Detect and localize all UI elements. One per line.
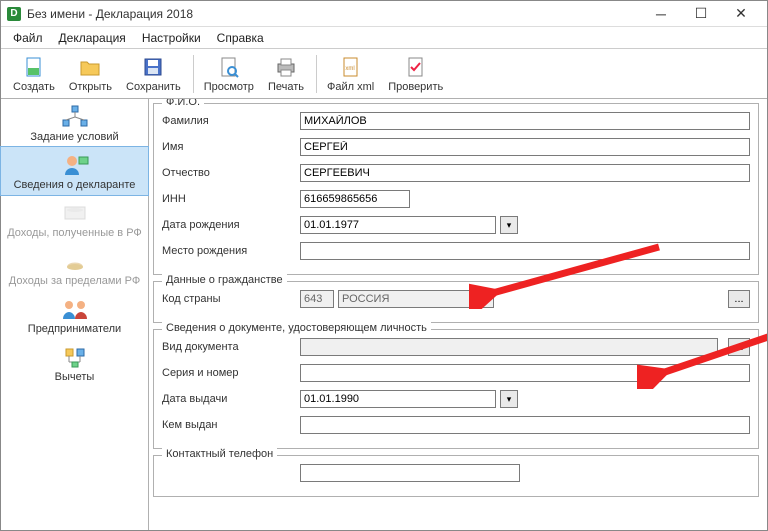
sidebar-label: Сведения о декларанте <box>14 179 136 191</box>
groupbox-fio: Ф.И.О. Фамилия Имя Отчество ИНН Дата рож… <box>153 103 759 275</box>
sidebar-label: Доходы за пределами РФ <box>9 275 140 287</box>
toolbar-preview[interactable]: Просмотр <box>198 52 260 96</box>
open-folder-icon <box>78 55 102 79</box>
toolbar-save-label: Сохранить <box>126 81 181 93</box>
pob-label: Место рождения <box>162 245 300 257</box>
sidebar-label: Вычеты <box>55 371 95 383</box>
sidebar-item-entrepreneurs[interactable]: Предприниматели <box>1 291 148 339</box>
minimize-button[interactable]: ─ <box>641 1 681 27</box>
surname-label: Фамилия <box>162 115 300 127</box>
menubar: Файл Декларация Настройки Справка <box>1 27 767 49</box>
surname-input[interactable] <box>300 112 750 130</box>
toolbar-save[interactable]: Сохранить <box>120 52 187 96</box>
toolbar: Создать Открыть Сохранить Просмотр Печат… <box>1 49 767 99</box>
maximize-button[interactable]: ☐ <box>681 1 721 27</box>
patronymic-label: Отчество <box>162 167 300 179</box>
name-label: Имя <box>162 141 300 153</box>
toolbar-preview-label: Просмотр <box>204 81 254 93</box>
xml-file-icon: xml <box>339 55 363 79</box>
inn-label: ИНН <box>162 193 300 205</box>
income-rf-icon <box>59 201 91 225</box>
issued-by-input[interactable] <box>300 416 750 434</box>
sidebar-label: Задание условий <box>30 131 118 143</box>
declarant-icon <box>59 153 91 177</box>
toolbar-print[interactable]: Печать <box>262 52 310 96</box>
inn-input[interactable] <box>300 190 410 208</box>
toolbar-create[interactable]: Создать <box>7 52 61 96</box>
dob-label: Дата рождения <box>162 219 300 231</box>
doc-type-input[interactable] <box>300 338 718 356</box>
content-area: Ф.И.О. Фамилия Имя Отчество ИНН Дата рож… <box>149 99 767 530</box>
name-input[interactable] <box>300 138 750 156</box>
country-name-input <box>338 290 494 308</box>
deductions-icon <box>59 345 91 369</box>
toolbar-xml-label: Файл xml <box>327 81 374 93</box>
sidebar-item-income-foreign[interactable]: Доходы за пределами РФ <box>1 243 148 291</box>
preview-icon <box>217 55 241 79</box>
income-foreign-icon <box>59 249 91 273</box>
issue-date-dropdown-button[interactable]: ▾ <box>500 390 518 408</box>
groupbox-id-doc: Сведения о документе, удостоверяющем лич… <box>153 329 759 449</box>
window-title: Без имени - Декларация 2018 <box>27 7 193 21</box>
toolbar-open[interactable]: Открыть <box>63 52 118 96</box>
country-code-label: Код страны <box>162 293 300 305</box>
toolbar-create-label: Создать <box>13 81 55 93</box>
country-code-input <box>300 290 334 308</box>
sidebar-item-declarant[interactable]: Сведения о декларанте <box>0 146 149 196</box>
close-button[interactable]: ✕ <box>721 1 761 27</box>
check-icon <box>404 55 428 79</box>
main-area: Задание условий Сведения о декларанте До… <box>1 99 767 530</box>
groupbox-legend: Ф.И.О. <box>162 99 204 108</box>
sidebar-label: Предприниматели <box>28 323 121 335</box>
doc-type-label: Вид документа <box>162 341 300 353</box>
groupbox-legend: Данные о гражданстве <box>162 274 287 286</box>
print-icon <box>274 55 298 79</box>
sidebar-item-deductions[interactable]: Вычеты <box>1 339 148 387</box>
sidebar-item-income-rf[interactable]: Доходы, полученные в РФ <box>1 195 148 243</box>
menu-help[interactable]: Справка <box>209 28 272 48</box>
toolbar-print-label: Печать <box>268 81 304 93</box>
sidebar-label: Доходы, полученные в РФ <box>7 227 142 239</box>
toolbar-check[interactable]: Проверить <box>382 52 449 96</box>
menu-settings[interactable]: Настройки <box>134 28 209 48</box>
issue-date-input[interactable] <box>300 390 496 408</box>
sidebar-item-conditions[interactable]: Задание условий <box>1 99 148 147</box>
titlebar: D Без имени - Декларация 2018 ─ ☐ ✕ <box>1 1 767 27</box>
groupbox-legend: Сведения о документе, удостоверяющем лич… <box>162 322 431 334</box>
toolbar-open-label: Открыть <box>69 81 112 93</box>
issue-date-label: Дата выдачи <box>162 393 300 405</box>
save-icon <box>141 55 165 79</box>
issued-by-label: Кем выдан <box>162 419 300 431</box>
groupbox-phone: Контактный телефон <box>153 455 759 497</box>
toolbar-xml[interactable]: xml Файл xml <box>321 52 380 96</box>
groupbox-legend: Контактный телефон <box>162 448 277 460</box>
toolbar-separator <box>316 55 317 93</box>
series-input[interactable] <box>300 364 750 382</box>
toolbar-check-label: Проверить <box>388 81 443 93</box>
conditions-icon <box>59 105 91 129</box>
entrepreneurs-icon <box>59 297 91 321</box>
pob-input[interactable] <box>300 242 750 260</box>
series-label: Серия и номер <box>162 367 300 379</box>
app-icon: D <box>7 7 21 21</box>
menu-declaration[interactable]: Декларация <box>51 28 134 48</box>
groupbox-citizenship: Данные о гражданстве Код страны ... <box>153 281 759 323</box>
doc-type-browse-button[interactable]: ... <box>728 338 750 356</box>
country-browse-button[interactable]: ... <box>728 290 750 308</box>
patronymic-input[interactable] <box>300 164 750 182</box>
menu-file[interactable]: Файл <box>5 28 51 48</box>
svg-text:xml: xml <box>345 66 354 72</box>
dob-dropdown-button[interactable]: ▾ <box>500 216 518 234</box>
dob-input[interactable] <box>300 216 496 234</box>
phone-input[interactable] <box>300 464 520 482</box>
sidebar: Задание условий Сведения о декларанте До… <box>1 99 149 530</box>
new-file-icon <box>22 55 46 79</box>
toolbar-separator <box>193 55 194 93</box>
